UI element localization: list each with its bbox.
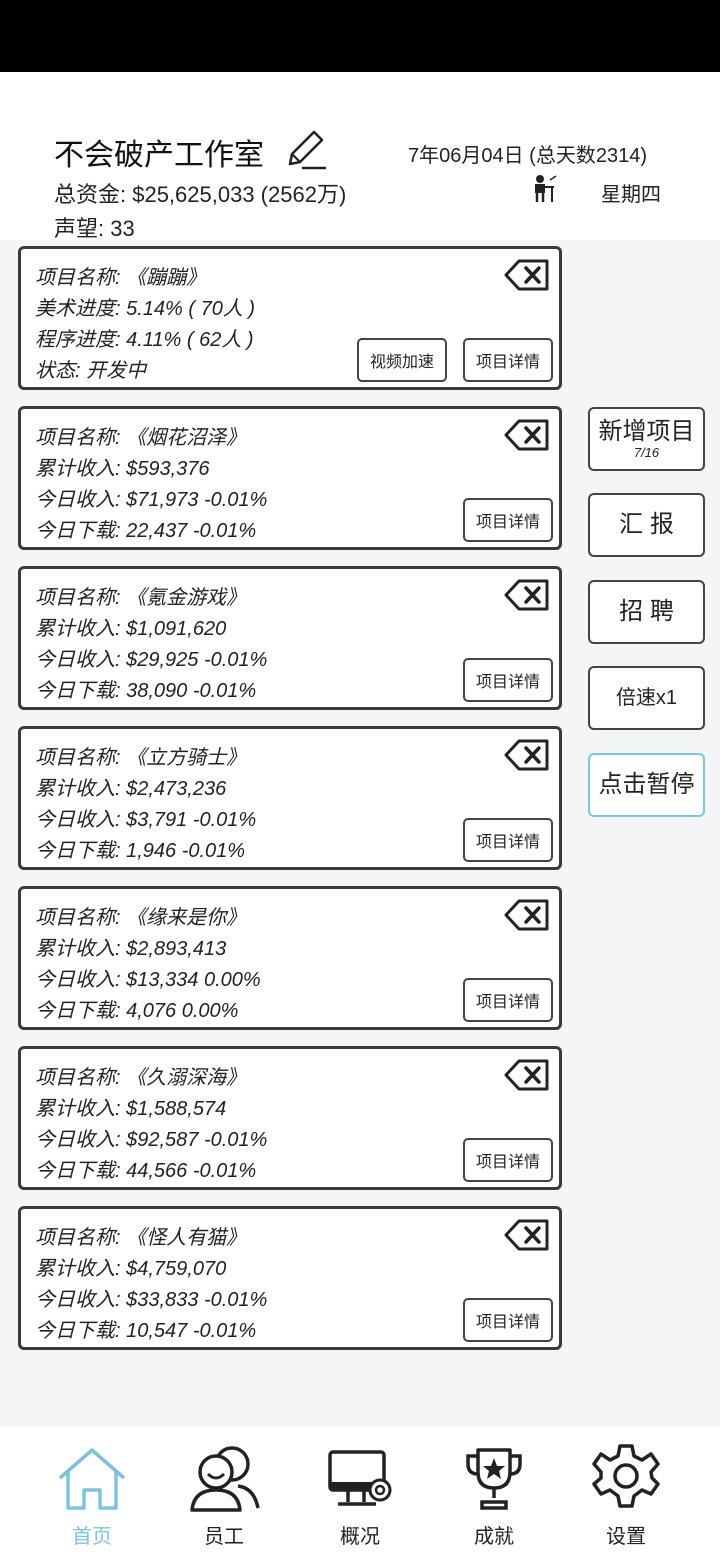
nav-staff-label: 员工: [204, 1526, 244, 1548]
project-card: 项目名称: 《蹦蹦》 美术进度: 5.14% ( 70人 ) 程序进度: 4.1…: [18, 246, 562, 390]
delete-project-icon[interactable]: [503, 257, 551, 293]
project-name: 项目名称: 《怪人有猫》: [35, 1227, 247, 1249]
staff-icon: [190, 1446, 260, 1512]
game-date: 7年06月04日 (总天数2314): [408, 145, 647, 167]
trophy-icon: [466, 1448, 522, 1510]
new-project-label: 新增项目: [598, 418, 695, 445]
nav-settings[interactable]: 设置: [566, 1426, 686, 1560]
nav-home[interactable]: 首页: [32, 1426, 152, 1560]
project-status: 状态: 开发中: [35, 360, 147, 382]
project-name: 项目名称: 《蹦蹦》: [35, 267, 207, 289]
today-income: 今日收入: $33,833 -0.01%: [35, 1289, 268, 1311]
today-downloads: 今日下载: 4,076 0.00%: [35, 1000, 239, 1022]
project-detail-button[interactable]: 项目详情: [463, 1298, 553, 1342]
today-downloads: 今日下载: 1,946 -0.01%: [35, 840, 246, 862]
project-detail-button[interactable]: 项目详情: [463, 818, 553, 862]
recruit-label: 招 聘: [619, 598, 674, 625]
home-icon: [58, 1448, 126, 1510]
report-label: 汇 报: [619, 511, 674, 538]
project-card: 项目名称: 《烟花沼泽》 累计收入: $593,376 今日收入: $71,97…: [18, 406, 562, 550]
today-downloads: 今日下载: 38,090 -0.01%: [35, 680, 257, 702]
nav-overview[interactable]: 概况: [300, 1426, 420, 1560]
pencil-icon[interactable]: [282, 126, 328, 172]
gear-icon: [592, 1444, 660, 1508]
total-income: 累计收入: $2,893,413: [35, 938, 227, 960]
video-speedup-button[interactable]: 视频加速: [357, 338, 447, 382]
today-income: 今日收入: $13,334 0.00%: [35, 969, 261, 991]
recruit-button[interactable]: 招 聘: [588, 580, 705, 644]
code-progress: 程序进度: 4.11% ( 62人 ): [35, 329, 254, 351]
total-income: 累计收入: $4,759,070: [35, 1258, 227, 1280]
project-count: 7/16: [633, 445, 660, 460]
report-button[interactable]: 汇 报: [588, 493, 705, 557]
nav-home-label: 首页: [72, 1526, 112, 1548]
weekday: 星期四: [601, 184, 661, 206]
today-downloads: 今日下载: 22,437 -0.01%: [35, 520, 257, 542]
project-card: 项目名称: 《氪金游戏》 累计收入: $1,091,620 今日收入: $29,…: [18, 566, 562, 710]
studio-name: 不会破产工作室: [54, 139, 264, 172]
status-bar: [0, 0, 720, 72]
project-name: 项目名称: 《久溺深海》: [35, 1067, 247, 1089]
project-card: 项目名称: 《怪人有猫》 累计收入: $4,759,070 今日收入: $33,…: [18, 1206, 562, 1350]
nav-achievements[interactable]: 成就: [434, 1426, 554, 1560]
delete-project-icon[interactable]: [503, 737, 551, 773]
today-income: 今日收入: $29,925 -0.01%: [35, 649, 268, 671]
pause-button[interactable]: 点击暂停: [588, 753, 705, 817]
project-detail-button[interactable]: 项目详情: [463, 338, 553, 382]
fame: 声望: 33: [54, 216, 135, 241]
today-income: 今日收入: $92,587 -0.01%: [35, 1129, 268, 1151]
project-name: 项目名称: 《缘来是你》: [35, 907, 247, 929]
pause-label: 点击暂停: [598, 771, 695, 798]
today-downloads: 今日下载: 44,566 -0.01%: [35, 1160, 257, 1182]
delete-project-icon[interactable]: [503, 417, 551, 453]
speed-label: 倍速x1: [615, 687, 678, 709]
today-income: 今日收入: $71,973 -0.01%: [35, 489, 268, 511]
project-detail-button[interactable]: 项目详情: [463, 498, 553, 542]
art-progress: 美术进度: 5.14% ( 70人 ): [35, 298, 256, 320]
project-name: 项目名称: 《立方骑士》: [35, 747, 247, 769]
project-detail-button[interactable]: 项目详情: [463, 978, 553, 1022]
project-detail-button[interactable]: 项目详情: [463, 1138, 553, 1182]
project-card: 项目名称: 《立方骑士》 累计收入: $2,473,236 今日收入: $3,7…: [18, 726, 562, 870]
delete-project-icon[interactable]: [503, 897, 551, 933]
bottom-nav: 首页 员工 概况 成就 设置: [0, 1426, 720, 1560]
new-project-button[interactable]: 新增项目 7/16: [588, 407, 705, 471]
project-name: 项目名称: 《氪金游戏》: [35, 587, 247, 609]
nav-achievements-label: 成就: [474, 1526, 514, 1548]
delete-project-icon[interactable]: [503, 577, 551, 613]
delete-project-icon[interactable]: [503, 1057, 551, 1093]
project-name: 项目名称: 《烟花沼泽》: [35, 427, 247, 449]
project-card: 项目名称: 《缘来是你》 累计收入: $2,893,413 今日收入: $13,…: [18, 886, 562, 1030]
speed-button[interactable]: 倍速x1: [588, 666, 705, 730]
monitor-gear-icon: [328, 1450, 392, 1506]
nav-settings-label: 设置: [606, 1526, 646, 1548]
nav-staff[interactable]: 员工: [164, 1426, 284, 1560]
total-income: 累计收入: $1,588,574: [35, 1098, 227, 1120]
total-income: 累计收入: $593,376: [35, 458, 210, 480]
delete-project-icon[interactable]: [503, 1217, 551, 1253]
nav-overview-label: 概况: [340, 1526, 380, 1548]
worker-desk-icon: [535, 175, 557, 202]
today-income: 今日收入: $3,791 -0.01%: [35, 809, 257, 831]
today-downloads: 今日下载: 10,547 -0.01%: [35, 1320, 257, 1342]
project-detail-button[interactable]: 项目详情: [463, 658, 553, 702]
total-funds: 总资金: $25,625,033 (2562万): [54, 182, 347, 207]
project-card: 项目名称: 《久溺深海》 累计收入: $1,588,574 今日收入: $92,…: [18, 1046, 562, 1190]
total-income: 累计收入: $1,091,620: [35, 618, 227, 640]
total-income: 累计收入: $2,473,236: [35, 778, 227, 800]
